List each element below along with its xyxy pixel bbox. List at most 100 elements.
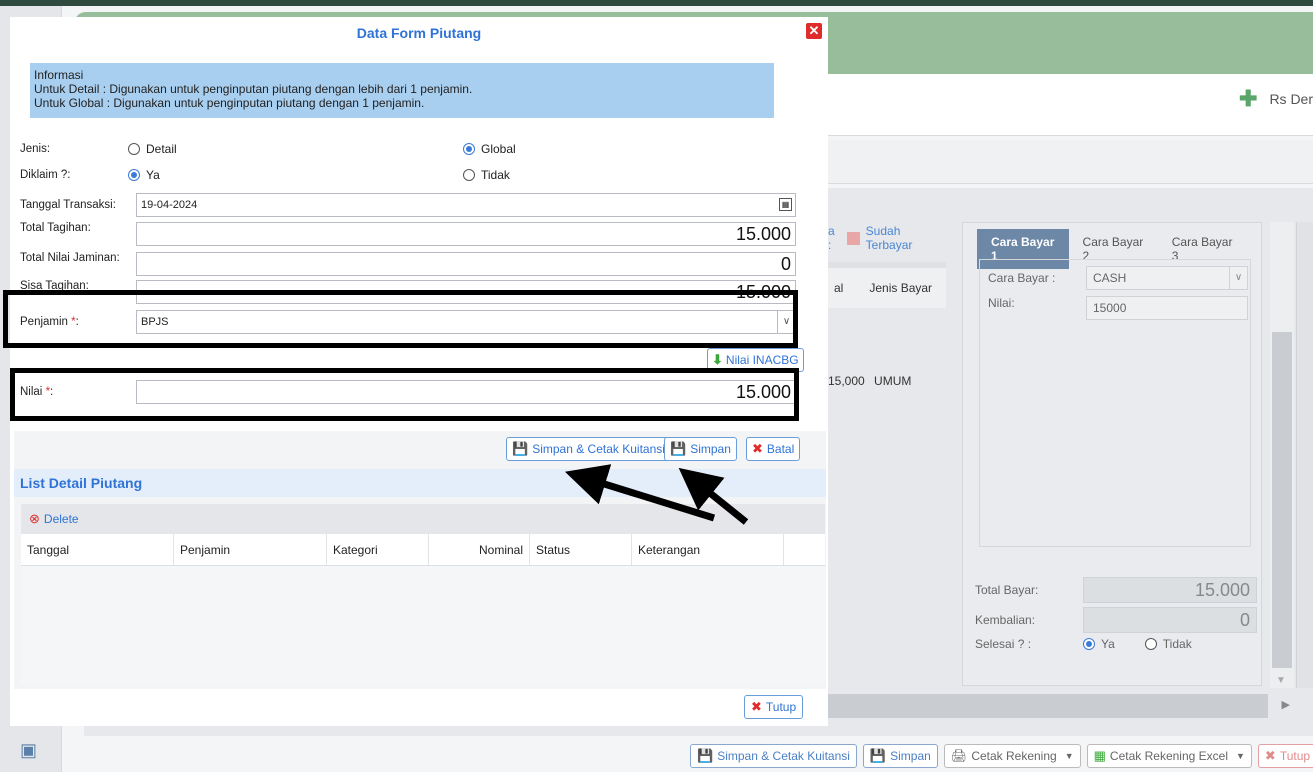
payment-panel: Cara Bayar 1 Cara Bayar 2 Cara Bayar 3 C…: [962, 222, 1262, 686]
cetak-rekening-button[interactable]: 🖨 Cetak Rekening ▼: [943, 744, 1081, 768]
cetak-rekening-label: Cetak Rekening: [971, 749, 1057, 763]
bg-simpan-button[interactable]: 💾 Simpan: [862, 744, 938, 768]
batal-button[interactable]: ✖ Batal: [746, 437, 801, 461]
cara-bayar-label: Cara Bayar :: [988, 271, 1056, 285]
payment-tab-body: Cara Bayar : CASH ∨ Nilai: 15000: [979, 259, 1251, 547]
computer-network-icon[interactable]: ▣: [20, 740, 42, 760]
radio-unchecked-icon: [128, 143, 140, 155]
col-kategori[interactable]: Kategori: [327, 534, 429, 565]
bottom-action-bar: 💾 Simpan & Cetak Kuitansi 💾 Simpan 🖨 Cetak …: [690, 744, 1313, 768]
calendar-icon[interactable]: ▦: [779, 198, 792, 211]
cara-bayar-select[interactable]: CASH ∨: [1086, 266, 1248, 290]
right-gutter: [1296, 222, 1313, 688]
nilai-inacbg-label: Nilai INACBG: [725, 353, 799, 367]
simpan-button[interactable]: 💾 Simpan: [664, 437, 737, 461]
save-icon: 💾: [512, 441, 529, 456]
medical-cross-icon: ✚: [1239, 86, 1258, 111]
col-nominal[interactable]: Nominal: [429, 534, 530, 565]
cetak-rekening-excel-button[interactable]: ▦ Cetak Rekening Excel ▼: [1086, 744, 1252, 768]
selesai-tidak-label: Tidak: [1162, 637, 1192, 651]
scrollbar-thumb[interactable]: [1272, 332, 1292, 668]
legend-paid-swatch: [847, 231, 860, 245]
kembalian-field: 0: [1083, 607, 1257, 633]
radio-unchecked-icon: [463, 169, 475, 181]
diklaim-tidak-radio[interactable]: Tidak: [463, 168, 510, 182]
payment-legend: a : Sudah Terbayar: [828, 224, 948, 252]
col-tanggal[interactable]: Tanggal: [21, 534, 174, 565]
list-detail-panel: ⊗ Delete Tanggal Penjamin Kategori Nomin…: [14, 497, 826, 689]
info-line-detail: Untuk Detail : Digunakan untuk penginput…: [34, 82, 473, 96]
modal-title: Data Form Piutang: [356, 25, 482, 41]
total-jaminan-input[interactable]: 0: [136, 252, 796, 276]
tutup-button[interactable]: ✖ Tutup: [744, 695, 804, 719]
tanggal-value: 19-04-2024: [141, 199, 198, 211]
total-bayar-label: Total Bayar:: [975, 583, 1039, 597]
tanggal-row: Tanggal Transaksi: 19-04-2024 ▦: [20, 193, 820, 217]
selesai-ya-label: Ya: [1101, 637, 1115, 651]
scroll-down-icon[interactable]: ▼: [1276, 675, 1286, 686]
simpan-cetak-label: Simpan & Cetak Kuitansi: [532, 442, 665, 456]
jenis-detail-radio[interactable]: Detail: [128, 142, 177, 156]
background-grid-row[interactable]: 15,000 UMUM: [828, 374, 911, 388]
total-tagihan-input[interactable]: 15.000: [136, 222, 796, 246]
bg-tutup-label: Tutup: [1279, 749, 1311, 763]
diklaim-label: Diklaim ?:: [20, 169, 71, 181]
kembalian-row: Kembalian: 0: [975, 607, 1257, 633]
save-icon: 💾: [697, 748, 714, 763]
bg-simpan-cetak-button[interactable]: 💾 Simpan & Cetak Kuitansi: [690, 744, 857, 768]
highlight-frame-nilai: [10, 368, 799, 421]
grid-row-value: 15,000: [828, 374, 865, 388]
delete-circle-icon[interactable]: ⊗: [29, 511, 40, 527]
simpan-cetak-button[interactable]: 💾 Simpan & Cetak Kuitansi: [506, 437, 671, 461]
total-tagihan-row: Total Tagihan: 15.000: [20, 222, 820, 246]
legend-partial-label: a :: [828, 224, 835, 252]
tutup-label: Tutup: [765, 700, 797, 714]
scroll-right-icon[interactable]: ▶: [1282, 698, 1290, 711]
selesai-ya-radio[interactable]: Ya: [1083, 637, 1115, 651]
legend-paid-label: Sudah Terbayar: [865, 224, 913, 252]
cetak-rekening-excel-label: Cetak Rekening Excel: [1109, 749, 1228, 763]
close-circle-icon: ✖: [1264, 748, 1276, 763]
background-grid-header: al Jenis Bayar: [828, 262, 946, 308]
save-icon: 💾: [869, 748, 887, 763]
diklaim-row: Diklaim ?: Ya Tidak: [20, 168, 820, 182]
radio-checked-icon: [463, 143, 475, 155]
horizontal-scrollbar[interactable]: ▶: [828, 694, 1290, 718]
nilai-input[interactable]: 15000: [1086, 296, 1248, 320]
grid-col-partial: al: [834, 281, 844, 295]
selesai-radio-group: Ya Tidak: [1083, 637, 1192, 651]
info-box: Informasi Untuk Detail : Digunakan untuk…: [30, 63, 774, 118]
save-icon: 💾: [670, 441, 687, 456]
batal-label: Batal: [766, 442, 795, 456]
total-bayar-field: 15.000: [1083, 577, 1257, 603]
vertical-scrollbar[interactable]: ▼: [1270, 222, 1294, 688]
hospital-name: Rs Der: [1269, 91, 1313, 107]
hospital-brand: ✚ Rs Der: [1239, 86, 1313, 112]
chevron-down-icon[interactable]: ∨: [1229, 267, 1247, 289]
bg-tutup-button[interactable]: ✖ Tutup: [1257, 744, 1313, 768]
highlight-frame-penjamin: [3, 290, 798, 348]
grid-header-row: Tanggal Penjamin Kategori Nominal Status…: [21, 534, 825, 566]
bg-simpan-cetak-label: Simpan & Cetak Kuitansi: [717, 749, 850, 763]
selesai-row: Selesai ? : Ya Tidak: [975, 637, 1192, 651]
total-jaminan-label: Total Nilai Jaminan:: [20, 252, 120, 264]
selesai-tidak-radio[interactable]: Tidak: [1144, 637, 1192, 651]
total-jaminan-row: Total Nilai Jaminan: 0: [20, 252, 820, 276]
delete-button[interactable]: Delete: [44, 512, 79, 526]
close-icon[interactable]: ✕: [806, 23, 822, 39]
col-penjamin[interactable]: Penjamin: [174, 534, 327, 565]
diklaim-ya-radio[interactable]: Ya: [128, 168, 160, 182]
radio-unchecked-icon: [1144, 638, 1157, 650]
diklaim-ya-label: Ya: [146, 168, 160, 182]
tanggal-input[interactable]: 19-04-2024 ▦: [136, 193, 796, 217]
simpan-label: Simpan: [690, 442, 731, 456]
list-toolbar: ⊗ Delete: [21, 504, 825, 534]
jenis-global-radio[interactable]: Global: [463, 142, 516, 156]
cara-bayar-value: CASH: [1093, 271, 1127, 285]
col-keterangan[interactable]: Keterangan: [632, 534, 784, 565]
grid-col-jenis-bayar: Jenis Bayar: [869, 281, 933, 295]
info-heading: Informasi: [34, 68, 84, 82]
diklaim-tidak-label: Tidak: [481, 168, 510, 182]
col-status[interactable]: Status: [530, 534, 632, 565]
jenis-detail-label: Detail: [146, 142, 177, 156]
